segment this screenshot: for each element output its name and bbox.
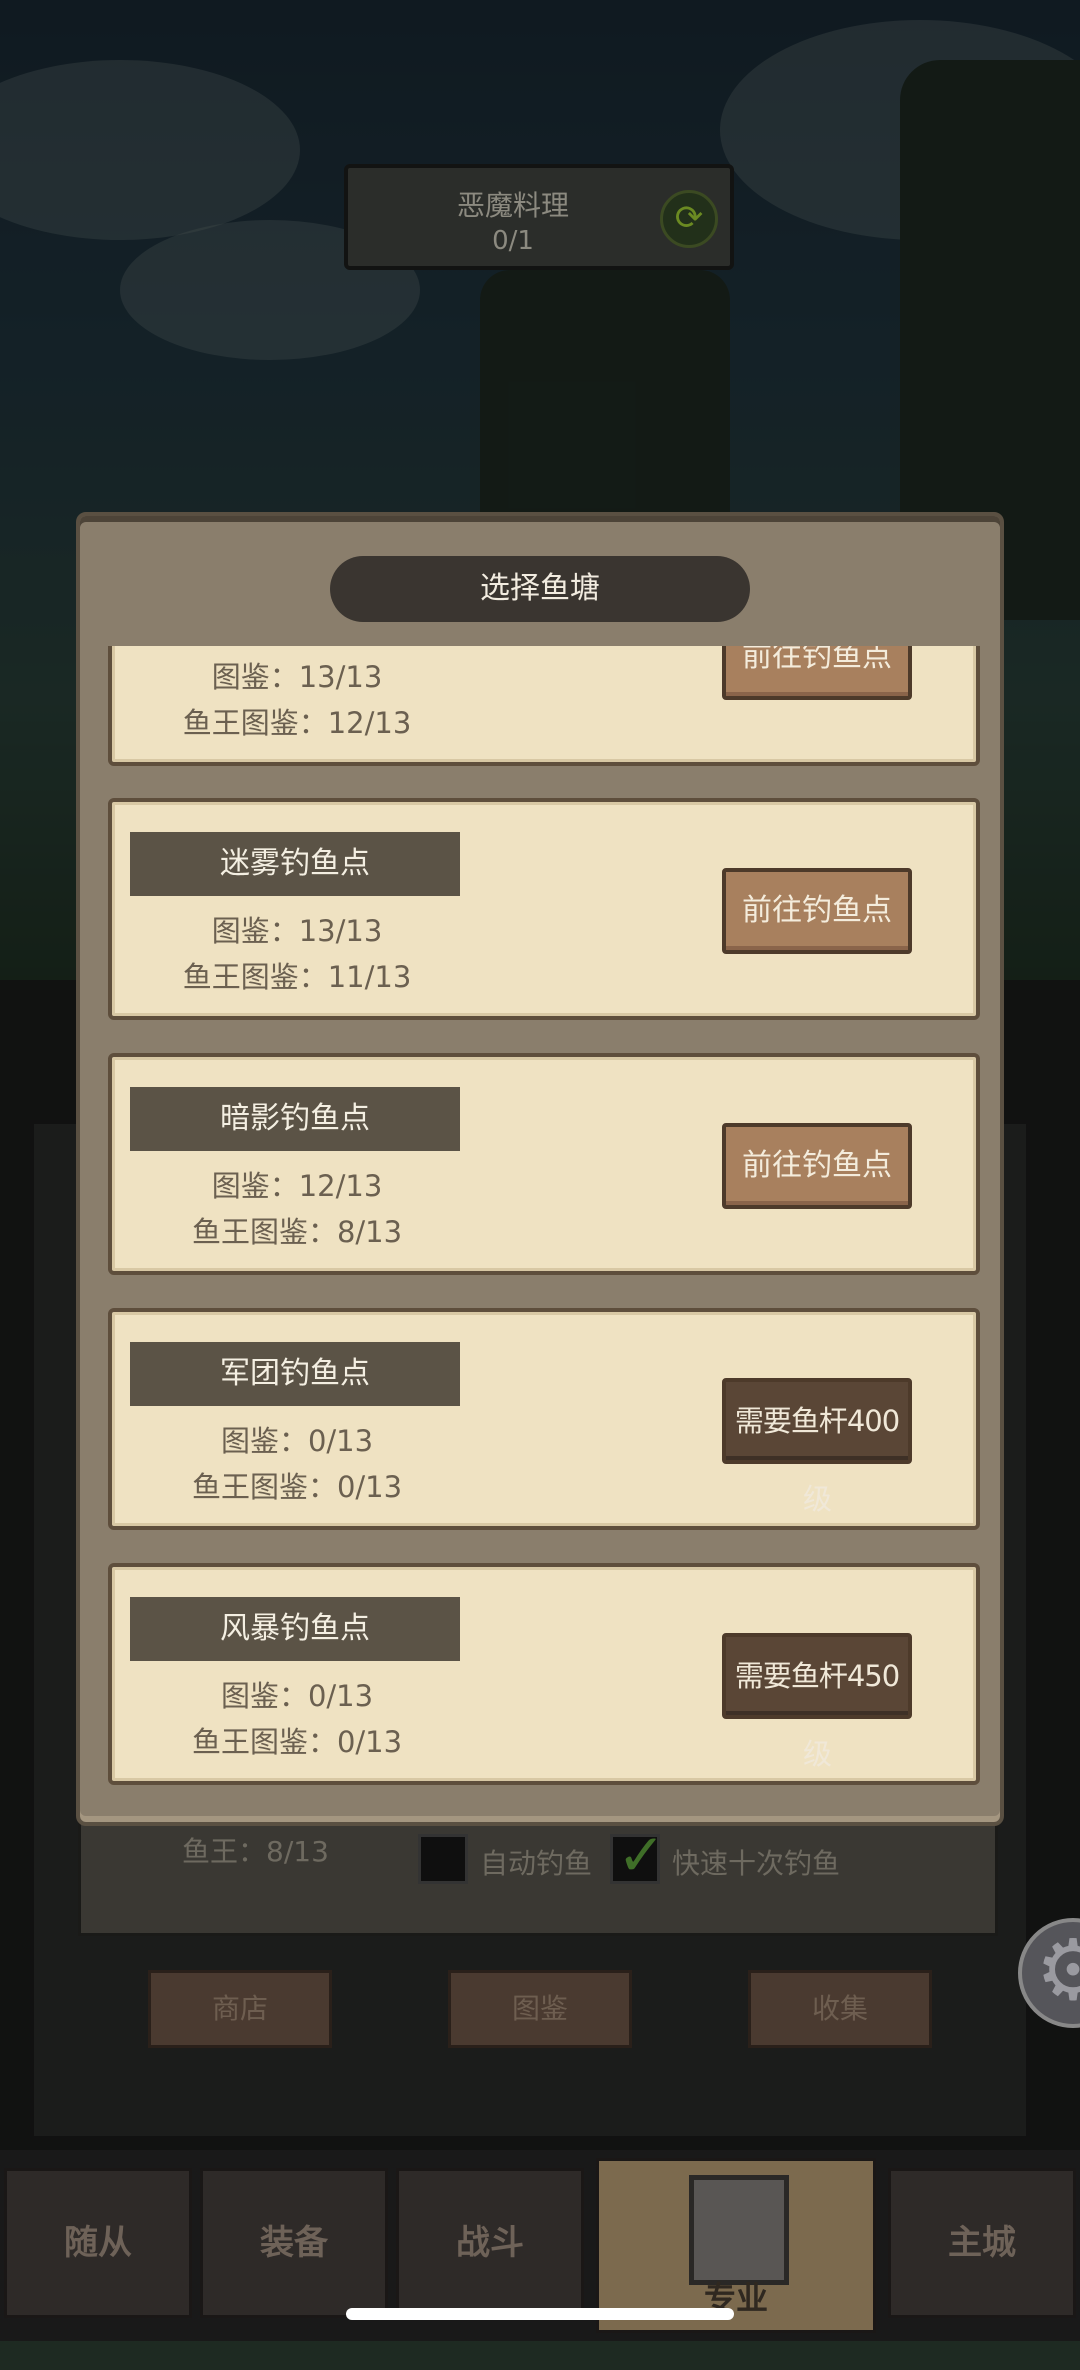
select-pond-dialog: 选择鱼塘 图鉴：13/13 鱼王图鉴：12/13 前往钓鱼点 迷雾钓鱼点 图鉴：… [76,512,1004,1826]
rod-level-required-button[interactable]: 需要鱼杆400级 [722,1378,912,1516]
pond-king-count: 鱼王图鉴：0/13 [191,1470,403,1504]
shop-button[interactable]: 商店 [148,1970,332,2048]
home-indicator[interactable] [346,2308,734,2320]
quest-progress: 0/1 [492,226,534,256]
go-fishing-button[interactable]: 前往钓鱼点 [722,646,912,700]
pond-king-count: 鱼王图鉴：12/13 [182,706,412,740]
pond-list[interactable]: 图鉴：13/13 鱼王图鉴：12/13 前往钓鱼点 迷雾钓鱼点 图鉴：13/13… [108,646,980,1804]
tab-profession-label: 专业 [703,2279,768,2317]
go-fishing-button[interactable]: 前往钓鱼点 [722,868,912,954]
pond-name: 风暴钓鱼点 [130,1597,460,1661]
auto-fish-checkbox[interactable] [418,1834,468,1884]
collection-button[interactable]: 图鉴 [448,1970,632,2048]
refresh-icon[interactable]: ⟳ [660,190,718,248]
pond-name: 迷雾钓鱼点 [130,832,460,896]
pond-dex-count: 图鉴：0/13 [220,1679,374,1713]
pond-king-count: 鱼王图鉴：11/13 [182,960,412,994]
tab-followers[interactable]: 随从 [4,2168,192,2318]
go-fishing-button[interactable]: 前往钓鱼点 [722,1123,912,1209]
pond-dex-count: 图鉴：0/13 [220,1424,374,1458]
fast-ten-label: 快速十次钓鱼 [672,1847,841,1880]
fast-ten-checkbox[interactable]: ✓ [610,1821,666,1889]
quest-badge[interactable]: 恶魔料理 0/1 ⟳ [344,164,734,270]
fish-king-count: 鱼王：8/13 [182,1835,329,1868]
pond-card: 图鉴：13/13 鱼王图鉴：12/13 前往钓鱼点 [108,646,980,766]
pond-name: 暗影钓鱼点 [130,1087,460,1151]
pond-card: 迷雾钓鱼点 图鉴：13/13 鱼王图鉴：11/13 前往钓鱼点 [108,798,980,1020]
pond-king-count: 鱼王图鉴：0/13 [191,1725,403,1759]
pond-king-count: 鱼王图鉴：8/13 [191,1215,403,1249]
pond-card: 暗影钓鱼点 图鉴：12/13 鱼王图鉴：8/13 前往钓鱼点 [108,1053,980,1275]
quest-title: 恶魔料理 [456,189,569,222]
pond-card: 军团钓鱼点 图鉴：0/13 鱼王图鉴：0/13 需要鱼杆400级 [108,1308,980,1530]
tab-main-city[interactable]: 主城 [888,2168,1076,2318]
auto-fish-label: 自动钓鱼 [480,1847,593,1880]
pond-dex-count: 图鉴：13/13 [211,914,383,948]
pond-card: 风暴钓鱼点 图鉴：0/13 鱼王图鉴：0/13 需要鱼杆450级 [108,1563,980,1785]
tab-profession[interactable]: 专业 [596,2158,876,2333]
pond-name: 军团钓鱼点 [130,1342,460,1406]
dialog-title: 选择鱼塘 [330,556,750,622]
checkmark-icon: ✓ [617,1821,666,1889]
pond-dex-count: 图鉴：13/13 [211,660,383,694]
rod-level-required-button[interactable]: 需要鱼杆450级 [722,1633,912,1771]
tab-battle[interactable]: 战斗 [396,2168,584,2318]
gather-button[interactable]: 收集 [748,1970,932,2048]
tab-equipment[interactable]: 装备 [200,2168,388,2318]
pond-dex-count: 图鉴：12/13 [211,1169,383,1203]
